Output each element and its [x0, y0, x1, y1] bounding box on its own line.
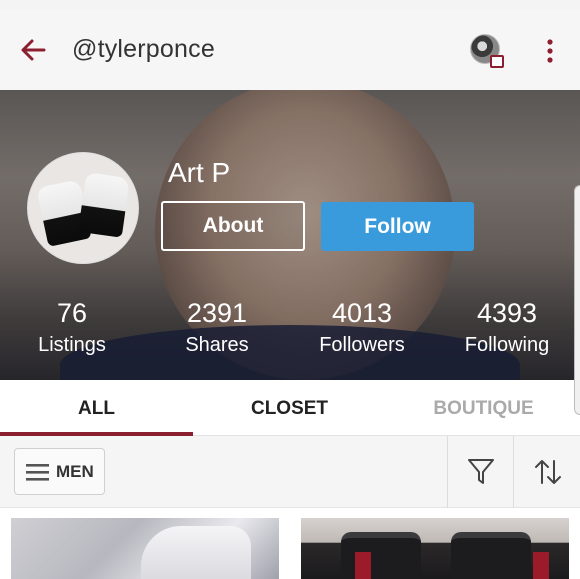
- about-button[interactable]: About: [161, 201, 305, 251]
- app-bar: @tylerponce: [0, 10, 580, 90]
- stat-label: Followers: [319, 334, 405, 356]
- menu-lines-icon: [26, 464, 49, 481]
- listing-card[interactable]: [301, 518, 569, 579]
- closet-tabs: ALL CLOSET BOUTIQUE: [0, 380, 580, 436]
- profile-handle: @tylerponce: [72, 35, 215, 63]
- back-button[interactable]: [18, 36, 48, 64]
- sort-arrows-icon: [535, 460, 561, 484]
- tab-all[interactable]: ALL: [0, 380, 193, 436]
- filter-button[interactable]: [466, 456, 496, 488]
- more-vertical-icon: [547, 39, 553, 63]
- sneaker-image: [78, 172, 130, 238]
- profile-picture[interactable]: [27, 152, 139, 264]
- filter-bar: MEN: [0, 436, 580, 508]
- stat-label: Listings: [38, 334, 106, 356]
- my-closet-avatar-button[interactable]: [470, 34, 504, 68]
- department-filter-label: MEN: [56, 462, 94, 481]
- department-filter-button[interactable]: MEN: [14, 448, 105, 495]
- profile-name: Art P: [168, 157, 231, 188]
- stat-value: 76: [56, 298, 88, 328]
- stat-label: Shares: [185, 334, 249, 356]
- listing-card[interactable]: [11, 518, 279, 579]
- tab-closet[interactable]: CLOSET: [193, 380, 386, 436]
- stat-label: Following: [464, 334, 550, 356]
- filter-funnel-icon: [468, 459, 494, 484]
- follow-button[interactable]: Follow: [321, 202, 474, 251]
- stat-listings[interactable]: 76 Listings: [12, 296, 132, 358]
- stat-following[interactable]: 4393 Following: [447, 296, 567, 358]
- sort-button[interactable]: [533, 456, 563, 488]
- stat-shares[interactable]: 2391 Shares: [157, 296, 277, 358]
- more-options-button[interactable]: [540, 38, 560, 64]
- status-bar: [0, 0, 580, 10]
- stat-value: 2391: [186, 298, 248, 328]
- divider: [447, 436, 448, 508]
- listing-image: [341, 532, 421, 579]
- edge-panel-handle[interactable]: [574, 185, 580, 415]
- listing-grid: [0, 508, 580, 579]
- stat-followers[interactable]: 4013 Followers: [302, 296, 422, 358]
- cover-photo: Art P About Follow 76 Listings 2391 Shar…: [0, 90, 580, 380]
- tab-boutique[interactable]: BOUTIQUE: [387, 380, 580, 436]
- stat-value: 4013: [331, 298, 393, 328]
- stat-value: 4393: [476, 298, 538, 328]
- back-arrow-icon: [21, 39, 46, 61]
- listing-image: [141, 526, 251, 579]
- divider: [513, 436, 514, 508]
- shopping-bag-icon: [490, 55, 504, 68]
